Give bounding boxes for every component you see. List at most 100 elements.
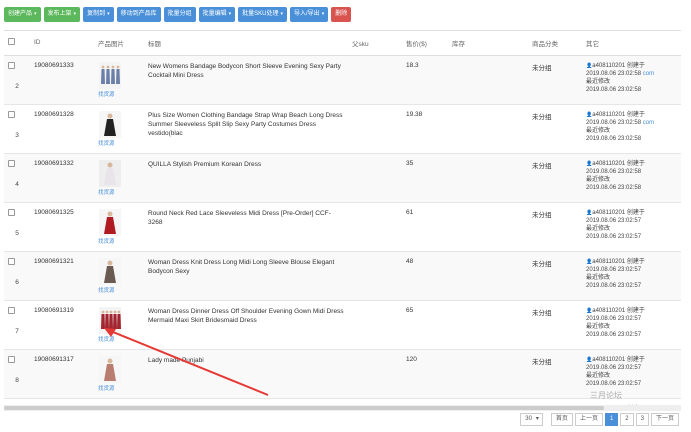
product-thumbnail[interactable] xyxy=(99,257,121,285)
other-line-text: 2019.08.06 23:02:57 xyxy=(586,282,642,289)
row-title: New Womens Bandage Bodycon Short Sleeve … xyxy=(144,55,348,105)
page-3-button[interactable]: 3 xyxy=(635,413,649,426)
table-row[interactable]: 919080691315找货源S~XXL Women Irregular Hem… xyxy=(4,398,681,405)
other-line-text: a408110201 创建于 xyxy=(592,258,645,265)
table-row[interactable]: 6 19080691321 找货源 Woman Dress Knit Dress Lo… xyxy=(4,251,681,301)
find-source-link[interactable]: 找货源 xyxy=(98,90,140,98)
table-row[interactable]: 4 19080691332 找货源 QUILLA Stylish Premium Ko… xyxy=(4,153,681,203)
row-category: 未分组 xyxy=(528,202,582,252)
row-number: 4 xyxy=(15,180,19,188)
toolbar-button-1[interactable]: 发布上架 ▾ xyxy=(43,7,81,22)
row-parent-sku xyxy=(348,104,402,154)
row-stock xyxy=(448,202,528,252)
toolbar-button-6[interactable]: 批量SKU处理 ▾ xyxy=(238,7,288,22)
other-line-text: 2019.08.06 23:02:57 xyxy=(586,364,642,371)
other-line-text: a408110201 创建于 xyxy=(592,209,645,216)
table-row[interactable]: 3 19080691328 找货源 Plus Size Women Clothing … xyxy=(4,104,681,154)
find-source-link[interactable]: 找货源 xyxy=(98,139,140,147)
com-link[interactable]: com xyxy=(643,71,654,77)
other-line: 👤a408110201 创建于 xyxy=(586,62,677,70)
row-category: 未分组 xyxy=(528,104,582,154)
find-source-link[interactable]: 找货源 xyxy=(98,188,140,196)
row-select-cell[interactable]: 2 xyxy=(4,55,30,105)
product-thumbnail[interactable] xyxy=(99,208,121,236)
other-line: 最近修改 xyxy=(586,176,677,184)
find-source-link[interactable]: 找货源 xyxy=(98,237,140,245)
row-checkbox[interactable] xyxy=(8,61,15,69)
next-page-button[interactable]: 下一页 xyxy=(650,413,679,426)
header-title[interactable]: 标题 xyxy=(144,31,348,56)
header-id[interactable]: ID xyxy=(30,31,94,56)
row-checkbox[interactable] xyxy=(8,355,15,363)
first-page-button[interactable]: 首页 xyxy=(550,413,573,426)
row-checkbox[interactable] xyxy=(8,159,15,167)
row-id: 19080691315 xyxy=(30,398,94,405)
header-select-all[interactable] xyxy=(4,31,30,56)
row-checkbox[interactable] xyxy=(8,306,15,314)
other-line-text: 2019.08.06 23:02:58 xyxy=(586,184,642,191)
select-all-checkbox[interactable] xyxy=(8,38,15,46)
toolbar-button-7[interactable]: 导入/导出 ▾ xyxy=(290,7,329,22)
row-parent-sku xyxy=(348,153,402,203)
prev-page-button[interactable]: 上一页 xyxy=(574,413,603,426)
other-line: 2019.08.06 23:02:58 com xyxy=(586,70,677,78)
toolbar-button-8[interactable]: 删除 xyxy=(331,7,352,22)
toolbar-button-5[interactable]: 批量编辑 ▾ xyxy=(198,7,236,22)
row-select-cell[interactable]: 7 xyxy=(4,300,30,350)
row-number: 7 xyxy=(15,327,19,335)
row-select-cell[interactable]: 9 xyxy=(4,398,30,405)
per-page-select[interactable]: 30 xyxy=(520,413,543,426)
toolbar-button-label: 删除 xyxy=(335,11,348,17)
row-select-cell[interactable]: 4 xyxy=(4,153,30,203)
row-category: 未分组 xyxy=(528,398,582,405)
find-source-link[interactable]: 找货源 xyxy=(98,335,140,343)
row-category: 未分组 xyxy=(528,349,582,399)
row-select-cell[interactable]: 3 xyxy=(4,104,30,154)
product-thumbnail[interactable] xyxy=(99,355,121,383)
row-parent-sku xyxy=(348,300,402,350)
other-line: 2019.08.06 23:02:57 xyxy=(586,233,677,241)
product-table-wrapper: ID 产品图片 标题 父sku 售价($) 库存 商品分类 其它 2 190806… xyxy=(4,30,681,405)
toolbar-button-2[interactable]: 复制到 ▾ xyxy=(83,7,114,22)
other-line: 2019.08.06 23:02:58 com xyxy=(586,119,677,127)
header-stock[interactable]: 库存 xyxy=(448,31,528,56)
other-line-text: 2019.08.06 23:02:58 xyxy=(586,135,642,142)
horizontal-scrollbar[interactable] xyxy=(4,405,681,411)
find-source-link[interactable]: 找货源 xyxy=(98,286,140,294)
other-line: 👤a408110201 创建于 xyxy=(586,111,677,119)
toolbar-button-4[interactable]: 批量分组 xyxy=(163,7,196,22)
row-checkbox[interactable] xyxy=(8,110,15,118)
toolbar-button-3[interactable]: 移动到产品库 xyxy=(116,7,161,22)
scrollbar-thumb[interactable] xyxy=(4,406,604,410)
table-body: 2 19080691333 找货源 New Womens Bandage Bodyco… xyxy=(4,55,681,405)
row-select-cell[interactable]: 8 xyxy=(4,349,30,399)
header-parent-sku[interactable]: 父sku xyxy=(348,31,402,56)
product-thumbnail[interactable] xyxy=(99,61,121,89)
header-category[interactable]: 商品分类 xyxy=(528,31,582,56)
product-thumbnail[interactable] xyxy=(99,159,121,187)
toolbar-button-label: 移动到产品库 xyxy=(120,11,157,17)
page-2-button[interactable]: 2 xyxy=(620,413,634,426)
row-checkbox[interactable] xyxy=(8,208,15,216)
row-stock xyxy=(448,251,528,301)
table-row[interactable]: 5 19080691325 找货源 Round Neck Red Lace Sleev… xyxy=(4,202,681,252)
row-number: 6 xyxy=(15,278,19,286)
table-row[interactable]: 7 19080691319 找货源 Woman Dress Dinner Dress … xyxy=(4,300,681,350)
table-row[interactable]: 8 19080691317 找货源 Lady made Punjabi 120 未分组 👤a… xyxy=(4,349,681,399)
other-line: 2019.08.06 23:02:58 xyxy=(586,168,677,176)
row-checkbox[interactable] xyxy=(8,257,15,265)
header-price[interactable]: 售价($) xyxy=(402,31,448,56)
product-thumbnail[interactable] xyxy=(99,110,121,138)
row-select-cell[interactable]: 6 xyxy=(4,251,30,301)
com-link[interactable]: com xyxy=(643,120,654,126)
page-1-button[interactable]: 1 xyxy=(604,413,619,426)
other-line: 👤a408110201 创建于 xyxy=(586,307,677,315)
toolbar-button-0[interactable]: 创建产品 ▾ xyxy=(4,7,41,22)
row-id: 19080691319 xyxy=(30,300,94,350)
table-row[interactable]: 2 19080691333 找货源 New Womens Bandage Bodyco… xyxy=(4,55,681,105)
product-thumbnail[interactable] xyxy=(99,306,121,334)
row-price: 35 xyxy=(402,153,448,203)
row-select-cell[interactable]: 5 xyxy=(4,202,30,252)
row-image-cell: 找货源 xyxy=(94,398,144,405)
find-source-link[interactable]: 找货源 xyxy=(98,384,140,392)
